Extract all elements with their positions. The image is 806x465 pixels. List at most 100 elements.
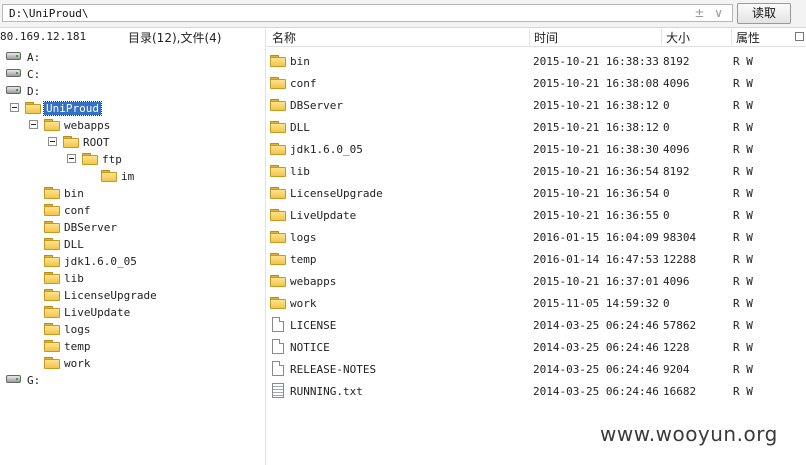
path-input[interactable]: D:\UniProud\ ± ∨ (2, 4, 733, 22)
read-button[interactable]: 读取 (737, 3, 791, 24)
tree-label: C: (27, 68, 41, 81)
folder-icon (270, 77, 286, 89)
file-time: 2015-10-21 16:38:12 (533, 121, 659, 134)
file-row[interactable]: conf 2015-10-21 16:38:08 4096 R W (266, 72, 806, 94)
file-name: LicenseUpgrade (290, 187, 383, 200)
path-dropdown-icon[interactable]: ± ∨ (694, 6, 726, 20)
file-size: 0 (663, 121, 670, 134)
file-name: webapps (290, 275, 337, 288)
file-time: 2015-10-21 16:36:55 (533, 209, 659, 222)
tree-label: A: (27, 51, 41, 64)
file-name: LICENSE (290, 319, 337, 332)
file-row[interactable]: jdk1.6.0_05 2015-10-21 16:38:30 4096 R W (266, 138, 806, 160)
drive-icon (6, 52, 21, 60)
file-size: 8192 (663, 165, 690, 178)
folder-icon (270, 209, 286, 221)
column-header: 名称 时间 大小 属性 (266, 28, 806, 47)
file-attr: R W (733, 143, 753, 156)
file-row[interactable]: LiveUpdate 2015-10-21 16:36:55 0 R W (266, 204, 806, 226)
column-time[interactable]: 时间 (529, 29, 558, 45)
tree-label: D: (27, 85, 41, 98)
file-name: jdk1.6.0_05 (290, 143, 363, 156)
file-row[interactable]: lib 2015-10-21 16:36:54 8192 R W (266, 160, 806, 182)
file-row[interactable]: logs 2016-01-15 16:04:09 98304 R W (266, 226, 806, 248)
column-menu-icon[interactable] (795, 32, 804, 41)
file-row[interactable]: RUNNING.txt 2014-03-25 06:24:46 16682 R W (266, 380, 806, 402)
file-row[interactable]: webapps 2015-10-21 16:37:01 4096 R W (266, 270, 806, 292)
collapse-icon[interactable] (10, 103, 19, 112)
file-name: logs (290, 231, 317, 244)
file-row[interactable]: bin 2015-10-21 16:38:33 8192 R W (266, 50, 806, 72)
file-row[interactable]: temp 2016-01-14 16:47:53 12288 R W (266, 248, 806, 270)
file-time: 2015-10-21 16:36:54 (533, 165, 659, 178)
folder-icon (44, 221, 60, 233)
column-name[interactable]: 名称 (268, 29, 296, 45)
file-name: RUNNING.txt (290, 385, 363, 398)
file-size: 12288 (663, 253, 697, 266)
tree-label: conf (64, 204, 91, 217)
folder-icon (44, 238, 60, 250)
folder-icon (270, 143, 286, 155)
collapse-icon[interactable] (29, 120, 38, 129)
file-icon (272, 361, 284, 376)
file-icon (272, 339, 284, 354)
file-name: temp (290, 253, 317, 266)
folder-icon (82, 153, 98, 165)
file-attr: R W (733, 253, 753, 266)
file-name: NOTICE (290, 341, 330, 354)
file-name: DLL (290, 121, 310, 134)
file-attr: R W (733, 275, 753, 288)
tree-label: work (64, 357, 91, 370)
file-row[interactable]: work 2015-11-05 14:59:32 0 R W (266, 292, 806, 314)
file-time: 2014-03-25 06:24:46 (533, 363, 659, 376)
file-size: 4096 (663, 143, 690, 156)
file-attr: R W (733, 121, 753, 134)
file-row[interactable]: RELEASE-NOTES 2014-03-25 06:24:46 9204 R W (266, 358, 806, 380)
file-size: 8192 (663, 55, 690, 68)
file-time: 2014-03-25 06:24:46 (533, 341, 659, 354)
folder-icon (44, 323, 60, 335)
folder-icon (270, 121, 286, 133)
file-size: 0 (663, 187, 670, 200)
folder-icon (270, 187, 286, 199)
tree-label: ROOT (83, 136, 110, 149)
file-attr: R W (733, 363, 753, 376)
folder-icon (270, 253, 286, 265)
tree-label: LiveUpdate (64, 306, 131, 319)
folder-icon (270, 231, 286, 243)
file-row[interactable]: DLL 2015-10-21 16:38:12 0 R W (266, 116, 806, 138)
tree-label: jdk1.6.0_05 (64, 255, 137, 268)
file-row[interactable]: NOTICE 2014-03-25 06:24:46 1228 R W (266, 336, 806, 358)
folder-icon (270, 275, 286, 287)
file-icon (272, 317, 284, 332)
column-attr[interactable]: 属性 (731, 29, 760, 45)
file-size: 16682 (663, 385, 697, 398)
folder-icon (44, 119, 60, 131)
host-ip: 80.169.12.181 (0, 30, 87, 43)
file-attr: R W (733, 99, 753, 112)
info-row: 80.169.12.181 目录(12),文件(4) (0, 28, 266, 46)
column-size[interactable]: 大小 (661, 29, 690, 45)
collapse-icon[interactable] (67, 154, 76, 163)
file-row[interactable]: LicenseUpgrade 2015-10-21 16:36:54 0 R W (266, 182, 806, 204)
file-attr: R W (733, 55, 753, 68)
folder-icon (63, 136, 79, 148)
collapse-icon[interactable] (48, 137, 57, 146)
file-name: RELEASE-NOTES (290, 363, 377, 376)
folder-icon (44, 357, 60, 369)
file-row[interactable]: DBServer 2015-10-21 16:38:12 0 R W (266, 94, 806, 116)
file-name: work (290, 297, 317, 310)
drive-icon (6, 86, 21, 94)
file-time: 2015-10-21 16:38:30 (533, 143, 659, 156)
file-attr: R W (733, 209, 753, 222)
file-name: conf (290, 77, 317, 90)
folder-icon (270, 165, 286, 177)
file-row[interactable]: LICENSE 2014-03-25 06:24:46 57862 R W (266, 314, 806, 336)
directory-tree: A: C: D: UniProud webapps ROOT ftp im bi… (0, 46, 266, 465)
file-size: 4096 (663, 275, 690, 288)
tree-label: temp (64, 340, 91, 353)
folder-icon (270, 297, 286, 309)
file-size: 4096 (663, 77, 690, 90)
file-size: 0 (663, 99, 670, 112)
tree-label: G: (27, 374, 41, 387)
